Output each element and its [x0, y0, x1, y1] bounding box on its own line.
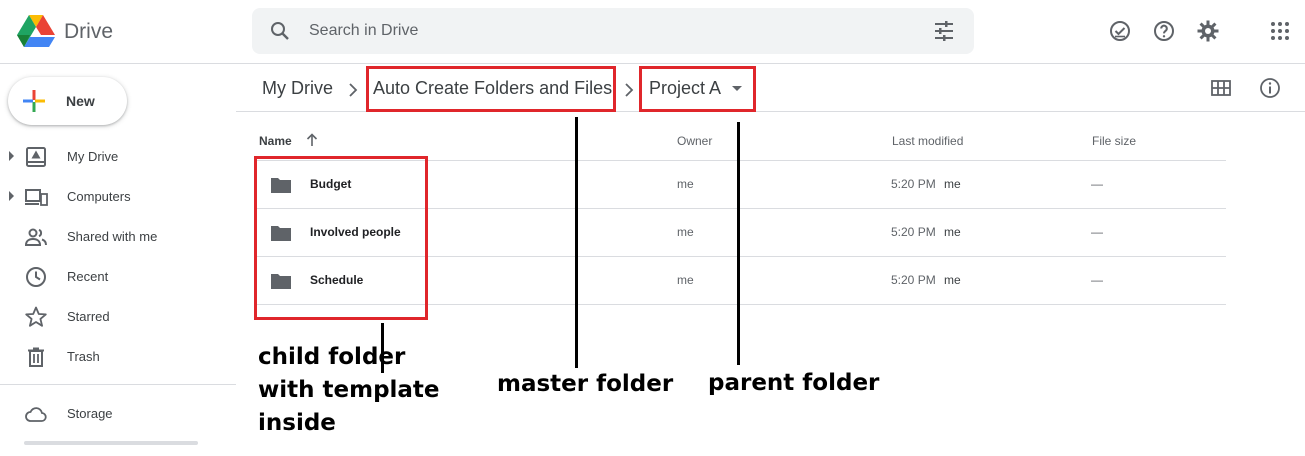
info-icon[interactable]	[1258, 76, 1282, 100]
file-size: —	[1091, 177, 1103, 191]
sidebar-item-storage[interactable]: Storage	[0, 398, 236, 430]
file-owner: me	[677, 273, 694, 287]
storage-usage-bar	[24, 441, 198, 445]
my-drive-icon	[26, 147, 46, 167]
column-header-owner[interactable]: Owner	[677, 134, 712, 148]
master-folder-pointer	[575, 117, 578, 368]
sidebar-item-shared-with-me[interactable]: Shared with me	[0, 221, 236, 253]
sidebar-item-label: My Drive	[67, 149, 119, 164]
master-folder-highlight	[366, 66, 616, 112]
annotation-line: inside	[258, 410, 336, 436]
column-header-name[interactable]: Name	[259, 134, 292, 148]
column-header-file-size[interactable]: File size	[1092, 134, 1136, 148]
app-name[interactable]: Drive	[64, 20, 113, 44]
annotation-line: child folder	[258, 344, 406, 370]
sidebar-divider	[0, 384, 236, 385]
chevron-right-icon	[625, 83, 634, 97]
sidebar-item-computers[interactable]: Computers	[0, 181, 236, 213]
sidebar-item-my-drive[interactable]: My Drive	[0, 141, 236, 173]
search-bar[interactable]: Search in Drive	[252, 8, 974, 54]
file-modified-time: 5:20 PM	[891, 273, 936, 287]
plus-icon	[23, 90, 45, 112]
parent-folder-pointer	[737, 122, 740, 365]
sidebar-item-trash[interactable]: Trash	[0, 341, 236, 373]
sidebar-item-label: Trash	[67, 349, 100, 364]
breadcrumb-my-drive[interactable]: My Drive	[262, 78, 333, 99]
search-input[interactable]: Search in Drive	[309, 22, 418, 40]
star-icon	[25, 306, 47, 327]
child-folders-highlight	[254, 156, 428, 320]
top-bar: Drive Search in Drive	[0, 0, 1305, 64]
apps-grid-icon[interactable]	[1268, 19, 1292, 43]
sidebar-item-label: Recent	[67, 269, 109, 284]
grid-view-icon[interactable]	[1209, 76, 1233, 100]
sidebar: New My Drive Computers Shared with me Re…	[0, 64, 236, 456]
master-folder-annotation: master folder	[497, 371, 674, 397]
file-modified-time: 5:20 PM	[891, 177, 936, 191]
file-size: —	[1091, 273, 1103, 287]
sidebar-item-label: Storage	[67, 406, 113, 421]
file-modified-by: me	[944, 273, 961, 287]
column-header-last-modified[interactable]: Last modified	[892, 134, 963, 148]
search-options-icon[interactable]	[932, 19, 956, 43]
child-folder-annotation: child folder with template inside	[258, 341, 440, 440]
search-icon[interactable]	[268, 19, 292, 43]
help-icon[interactable]	[1152, 19, 1176, 43]
sort-ascending-icon[interactable]	[304, 132, 320, 148]
parent-folder-annotation: parent folder	[708, 370, 880, 396]
sidebar-item-recent[interactable]: Recent	[0, 261, 236, 293]
new-button-label: New	[66, 93, 95, 109]
expand-caret-icon[interactable]	[9, 191, 14, 201]
trash-icon	[28, 347, 44, 367]
computers-icon	[25, 189, 48, 206]
file-size: —	[1091, 225, 1103, 239]
annotation-line: with template	[258, 377, 440, 403]
sidebar-item-label: Shared with me	[67, 229, 158, 244]
drive-logo-icon[interactable]	[16, 14, 56, 50]
expand-caret-icon[interactable]	[9, 151, 14, 161]
file-owner: me	[677, 177, 694, 191]
sidebar-item-label: Computers	[67, 189, 131, 204]
file-modified-by: me	[944, 177, 961, 191]
chevron-right-icon	[349, 83, 358, 97]
cloud-icon	[25, 407, 47, 422]
sidebar-item-starred[interactable]: Starred	[0, 301, 236, 333]
file-modified-time: 5:20 PM	[891, 225, 936, 239]
settings-gear-icon[interactable]	[1196, 19, 1220, 43]
parent-folder-highlight	[639, 66, 756, 112]
clock-icon	[26, 267, 46, 287]
shared-icon	[24, 228, 47, 246]
offline-ready-icon[interactable]	[1108, 19, 1132, 43]
file-owner: me	[677, 225, 694, 239]
new-button[interactable]: New	[8, 77, 127, 125]
sidebar-item-label: Starred	[67, 309, 110, 324]
file-modified-by: me	[944, 225, 961, 239]
